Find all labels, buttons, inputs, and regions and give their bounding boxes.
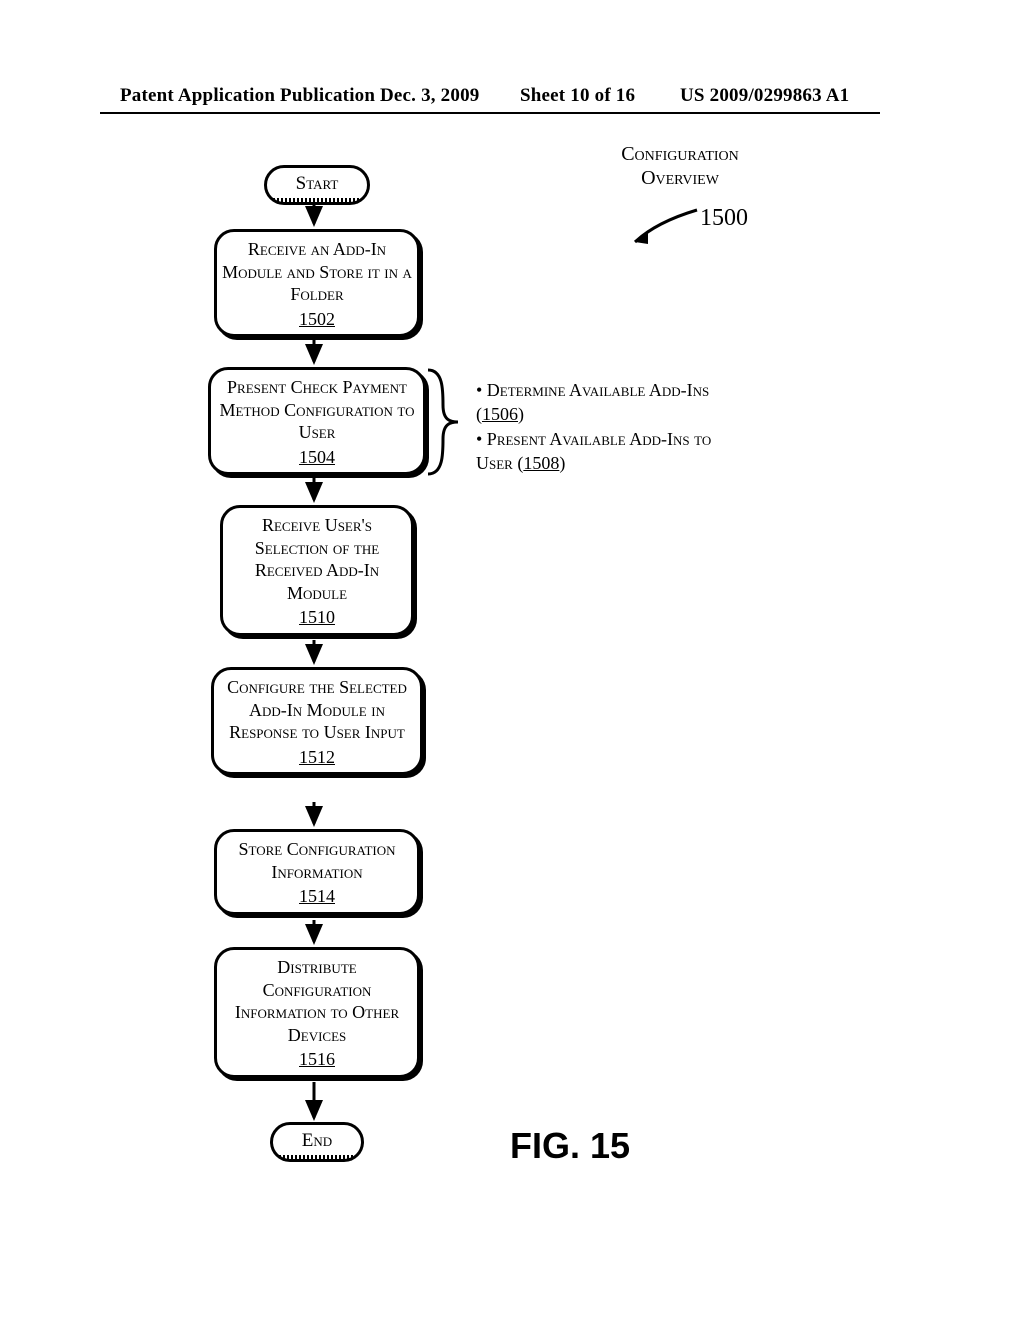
flow-step-1510-ref: 1510 [227, 606, 407, 629]
flow-step-1516: Distribute Configuration Information to … [214, 947, 420, 1078]
flow-step-1510-text: Receive User's Selection of the Received… [255, 515, 379, 603]
patent-page: Patent Application Publication Dec. 3, 2… [0, 0, 1024, 1320]
figure-label: FIG. 15 [510, 1125, 630, 1167]
flow-step-1516-ref: 1516 [221, 1048, 413, 1071]
flow-start-label: Start [296, 173, 339, 194]
publication-date: Dec. 3, 2009 [380, 85, 480, 107]
flow-end-label: End [302, 1130, 332, 1151]
document-number: US 2009/0299863 A1 [680, 85, 849, 107]
diagram-svg [0, 130, 1024, 1230]
flow-step-1514-text: Store Configuration Information [239, 839, 396, 882]
flow-step-1502-text: Receive an Add-In Module and Store it in… [222, 239, 412, 304]
flow-step-1514-ref: 1514 [221, 885, 413, 908]
overview-line1: Configuration [621, 143, 739, 165]
flow-step-1512-text: Configure the Selected Add-In Module in … [227, 677, 407, 742]
flow-step-1504-text: Present Check Payment Method Configurati… [220, 377, 415, 442]
flow-step-1504-ref: 1504 [215, 446, 419, 469]
flow-step-1502-ref: 1502 [221, 308, 413, 331]
publication-label: Patent Application Publication [120, 85, 375, 107]
flow-end: End [270, 1122, 364, 1162]
flow-step-1516-text: Distribute Configuration Information to … [235, 957, 399, 1045]
flow-step-1512: Configure the Selected Add-In Module in … [211, 667, 423, 775]
flow-step-1504: Present Check Payment Method Configurati… [208, 367, 426, 475]
overview-line2: Overview [641, 167, 719, 189]
side-note-1506: • Determine Available Add-Ins (1506) [476, 378, 736, 427]
figure-ref-1500: 1500 [700, 205, 748, 232]
sheet-number: Sheet 10 of 16 [520, 85, 635, 107]
header-rule [100, 112, 880, 114]
flow-step-1502: Receive an Add-In Module and Store it in… [214, 229, 420, 337]
side-notes: • Determine Available Add-Ins (1506) • P… [460, 378, 736, 475]
flow-step-1514: Store Configuration Information 1514 [214, 829, 420, 915]
flow-step-1510: Receive User's Selection of the Received… [220, 505, 414, 636]
overview-title: Configuration Overview [595, 142, 765, 190]
side-note-1508: • Present Available Add-Ins to User (150… [476, 427, 736, 476]
flow-start: Start [264, 165, 370, 205]
flow-step-1512-ref: 1512 [218, 746, 416, 769]
